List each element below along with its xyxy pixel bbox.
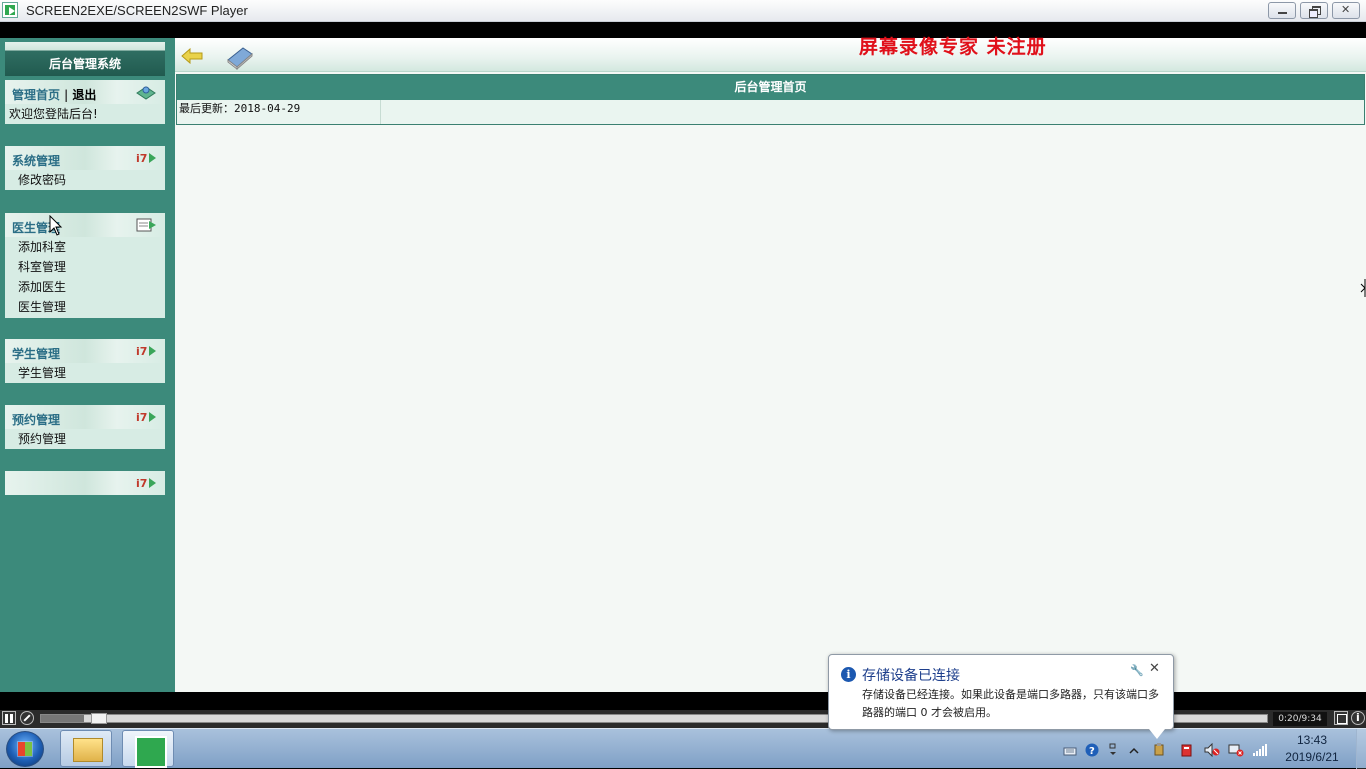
info-icon: i	[841, 667, 856, 682]
system-clock[interactable]: 13:43 2019/6/21	[1280, 732, 1344, 766]
help-icon[interactable]: ?	[1085, 742, 1099, 757]
playback-time: 0:20/9:34	[1273, 712, 1327, 726]
menu-item-student-management[interactable]: 学生管理	[18, 363, 165, 383]
clock-time: 13:43	[1296, 733, 1328, 747]
mouse-cursor-icon	[49, 215, 63, 236]
notification-balloon[interactable]: i 存储设备已连接 存储设备已经连接。如果此设备是端口多路器，只有该端口多路器的…	[828, 654, 1174, 739]
minimize-button[interactable]	[1268, 2, 1296, 19]
panel-system: 系统管理 i7 修改密码	[5, 146, 165, 190]
panel-header: i7	[5, 471, 165, 495]
svg-text:?: ?	[1089, 746, 1095, 757]
start-button[interactable]	[6, 731, 44, 767]
seek-thumb[interactable]	[90, 713, 107, 724]
panel-header: 预约管理 i7	[5, 405, 165, 429]
menu-item-appointment-management[interactable]: 预约管理	[18, 429, 165, 449]
system-title-bar: 后台管理系统	[5, 42, 165, 76]
menu-item-department-management[interactable]: 科室管理	[18, 257, 165, 277]
resize-cursor-icon	[1360, 279, 1366, 297]
language-toggle-icon[interactable]	[1108, 742, 1122, 755]
menu-item-add-department[interactable]: 添加科室	[18, 237, 165, 257]
table-row: 最后更新：2018-04-29	[177, 100, 1364, 124]
main-info-table: 后台管理首页 最后更新：2018-04-29	[176, 74, 1365, 125]
info-button[interactable]	[1351, 711, 1365, 725]
panel-doctor: 医生管理 添加科室 科室管理 添加医生 医生管理	[5, 213, 165, 318]
panel-title: 学生管理	[12, 347, 61, 361]
home-panel-header: 管理首页 | 退出	[5, 80, 165, 104]
close-icon[interactable]: ✕	[1149, 661, 1160, 676]
restore-button[interactable]	[1300, 2, 1328, 19]
svg-text:i7: i7	[136, 345, 147, 358]
player-taskbar-button[interactable]	[122, 730, 174, 768]
svg-text:i7: i7	[136, 152, 147, 165]
window-title: SCREEN2EXE/SCREEN2SWF Player	[26, 3, 248, 18]
panel-title: 系统管理	[12, 154, 61, 168]
panel-header: 学生管理 i7	[5, 339, 165, 363]
wrench-icon[interactable]: 🔧	[1130, 664, 1144, 677]
panel-header: 医生管理	[5, 213, 165, 237]
i7-icon: i7	[136, 345, 156, 358]
sidebar: 后台管理系统 管理首页 | 退出 欢迎您登陆后台! 系统管理 i7 修改密码 医…	[0, 38, 175, 692]
i7-icon: i7	[136, 152, 156, 165]
action-center-icon[interactable]	[1180, 742, 1194, 757]
top-toolbar: 屏幕录像专家 未注册	[175, 36, 1366, 72]
show-desktop-button[interactable]	[1356, 729, 1366, 769]
logout-link[interactable]: 退出	[72, 88, 96, 102]
menu-item-add-doctor[interactable]: 添加医生	[18, 277, 165, 297]
notification-body: 存储设备已经连接。如果此设备是端口多路器，只有该端口多路器的端口 0 才会被启用…	[862, 688, 1159, 719]
back-arrow-icon[interactable]	[181, 48, 203, 64]
stop-button[interactable]	[20, 711, 34, 725]
app-icon	[2, 2, 18, 18]
table-header: 后台管理首页	[177, 75, 1364, 100]
show-hidden-icons-icon[interactable]	[1128, 742, 1142, 754]
note-icon	[136, 218, 156, 232]
home-panel-label: 管理首页 | 退出	[12, 86, 96, 103]
keyboard-icon[interactable]	[1063, 742, 1077, 756]
svg-text:i7: i7	[136, 411, 147, 424]
home-badge-icon	[136, 86, 156, 100]
panel-appointment: 预约管理 i7 预约管理	[5, 405, 165, 449]
close-window-button[interactable]	[1332, 2, 1360, 19]
volume-muted-icon[interactable]	[1204, 742, 1220, 758]
signal-strength-icon[interactable]	[1252, 742, 1267, 756]
panel-student: 学生管理 i7 学生管理	[5, 339, 165, 383]
panel-title: 预约管理	[12, 413, 61, 427]
home-panel: 管理首页 | 退出 欢迎您登陆后台!	[5, 80, 165, 124]
svg-text:i7: i7	[136, 477, 147, 490]
home-link[interactable]: 管理首页	[12, 88, 60, 102]
welcome-text: 欢迎您登陆后台!	[9, 107, 98, 121]
notification-title: 存储设备已连接	[862, 668, 960, 684]
panel-header: 系统管理 i7	[5, 146, 165, 170]
clock-date: 2019/6/21	[1285, 750, 1339, 764]
fullscreen-button[interactable]	[1334, 711, 1348, 725]
watermark-text: 屏幕录像专家 未注册	[859, 36, 1047, 58]
network-error-icon[interactable]	[1228, 742, 1244, 757]
system-title: 后台管理系统	[48, 57, 121, 71]
file-explorer-taskbar-button[interactable]	[60, 730, 112, 767]
last-update-cell: 最后更新：2018-04-29	[177, 100, 381, 124]
separator: |	[64, 88, 69, 102]
usb-device-icon[interactable]	[1152, 742, 1166, 756]
panel-empty: i7	[5, 471, 165, 495]
pause-button[interactable]	[2, 711, 16, 725]
recorded-page: 屏幕录像专家 未注册 后台管理系统 管理首页 | 退出 欢迎您登陆后台! 系统管理	[0, 36, 1366, 692]
i7-icon: i7	[136, 477, 156, 490]
i7-icon: i7	[136, 411, 156, 424]
balloon-tail	[1149, 729, 1165, 739]
menu-item-doctor-management[interactable]: 医生管理	[18, 297, 165, 317]
window-titlebar: SCREEN2EXE/SCREEN2SWF Player	[0, 0, 1366, 22]
menu-item-change-password[interactable]: 修改密码	[18, 170, 165, 190]
seek-fill	[41, 715, 84, 722]
book-icon[interactable]	[225, 44, 255, 70]
